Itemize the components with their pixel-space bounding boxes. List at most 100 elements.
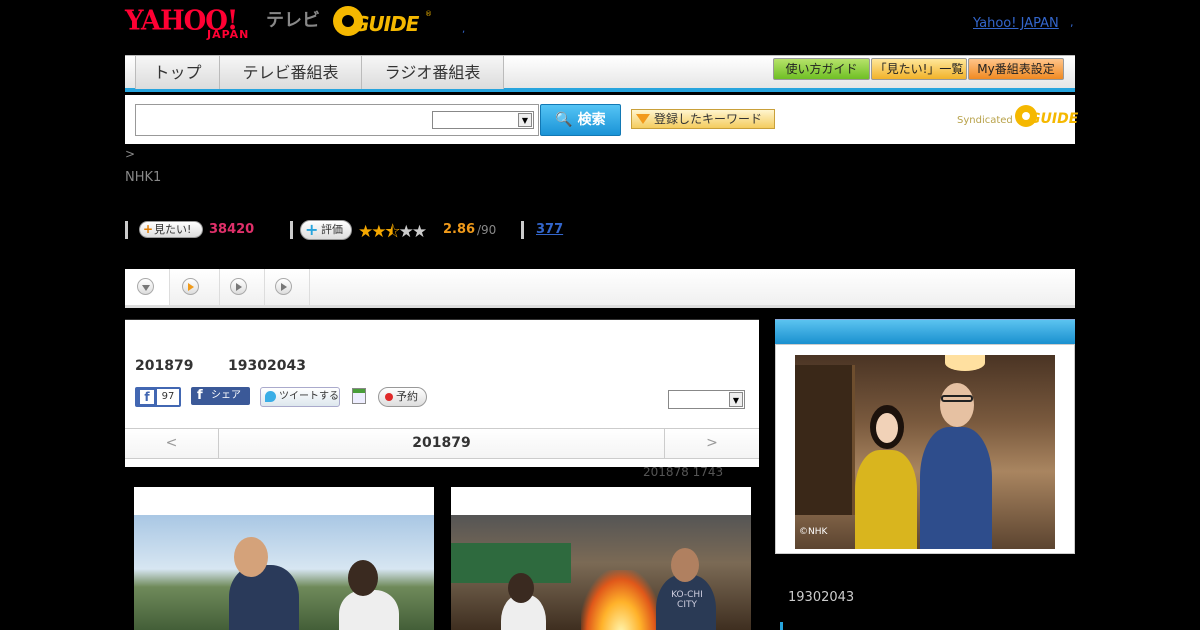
tab-4[interactable] (265, 269, 310, 305)
date-next-button[interactable]: > (664, 429, 759, 458)
thumbnail-image: KO-CHI CITY (451, 515, 751, 630)
header-link-separator: , (1070, 16, 1074, 29)
program-stats: + 見たい! 38420 + 評価 ★★⯪★★ 2.86 /90 377 (125, 220, 625, 242)
facebook-like-button[interactable]: f 97 (135, 387, 181, 407)
image-person-body (920, 427, 992, 549)
global-nav: トップ テレビ番組表 ラジオ番組表 使い方ガイド 「見たい!」一覧 My番組表設… (125, 55, 1075, 92)
image-shelf (795, 365, 855, 515)
tab-overview[interactable] (125, 269, 170, 305)
mitai-list-button[interactable]: 「見たい!」一覧 (871, 58, 967, 80)
logo-japan-text: JAPAN (207, 28, 250, 41)
nav-tab-top[interactable]: トップ (135, 56, 220, 89)
image-glasses (941, 395, 973, 402)
logo-tv-text[interactable]: テレビ (266, 6, 320, 32)
sidebar-program-box: ©NHK (775, 344, 1075, 554)
facebook-icon: f (140, 390, 154, 404)
star-icon: ★ (358, 222, 373, 242)
stats-divider (521, 221, 524, 239)
program-thumbnail[interactable] (134, 487, 434, 630)
twitter-bird-icon (265, 391, 276, 402)
syndicated-text: Syndicated (957, 115, 1013, 126)
thumb-person-head (671, 548, 699, 582)
registered-keyword-button[interactable]: 登録したキーワード (631, 109, 775, 129)
program-date: 201879 (135, 358, 194, 374)
tweet-button[interactable]: ツイートする (260, 387, 340, 407)
star-icon: ★ (398, 222, 414, 242)
play-icon (182, 278, 199, 295)
program-thumbnail[interactable]: KO-CHI CITY (451, 487, 751, 630)
gguide-logo[interactable]: GUIDE ® (333, 6, 433, 42)
rate-button-label: 評価 (321, 223, 343, 236)
thumbnail-image (134, 515, 434, 630)
search-button[interactable]: 🔍 検索 (540, 104, 621, 136)
mitai-button[interactable]: + 見たい! (139, 221, 203, 238)
tab-3[interactable] (220, 269, 265, 305)
image-person-head (940, 383, 974, 427)
stats-divider (290, 221, 293, 239)
thumb-person-head (508, 573, 534, 603)
header-separator: , (462, 24, 466, 35)
program-panel: 201879 19302043 f 97 f シェア ツイートする 予約 ▼ <… (125, 319, 759, 467)
plus-icon: + (143, 222, 154, 236)
date-current: 201879 (412, 435, 471, 451)
star-half-icon: ⯪ (384, 222, 401, 242)
facebook-like-count: 97 (157, 389, 179, 405)
chevron-down-icon (137, 278, 154, 295)
syndicated-guide-text: GUIDE (1029, 111, 1079, 127)
rebroadcast-info: 201878 1743 (643, 465, 724, 479)
tweet-label: ツイートする (279, 391, 339, 402)
rate-button[interactable]: + 評価 (300, 220, 352, 240)
gguide-registered-mark: ® (425, 10, 432, 18)
sidebar-program-image[interactable]: ©NHK (795, 355, 1055, 549)
date-prev-button[interactable]: < (125, 429, 219, 458)
usage-guide-button[interactable]: 使い方ガイド (773, 58, 870, 80)
nav-tab-tv-schedule[interactable]: テレビ番組表 (220, 56, 362, 89)
thumb-person-head (348, 560, 378, 596)
facebook-share-label: シェア (211, 390, 241, 401)
thumb-shirt-text: KO-CHI CITY (671, 590, 703, 610)
search-area: ▼ 🔍 検索 登録したキーワード Syndicated GUIDE (125, 95, 1078, 144)
date-navigation: < 201879 > (125, 428, 759, 459)
calendar-add-icon[interactable] (352, 388, 366, 404)
program-select[interactable]: ▼ (668, 390, 745, 409)
review-count-link[interactable]: 377 (536, 222, 563, 237)
plus-icon: + (305, 220, 319, 239)
reserve-label: 予約 (396, 390, 418, 403)
record-dot-icon (385, 393, 393, 401)
mitai-count: 38420 (209, 222, 255, 237)
search-icon: 🔍 (555, 112, 573, 128)
image-person-body (855, 450, 917, 549)
sidebar-program-time: 19302043 (788, 590, 855, 605)
star-icon: ★ (411, 222, 427, 242)
thumb-person-body (339, 590, 399, 630)
thumb-person-body (229, 565, 299, 630)
stats-divider (125, 221, 128, 239)
facebook-icon: f (197, 388, 203, 403)
star-icon: ★ (371, 222, 386, 242)
gguide-text: GUIDE (353, 12, 419, 36)
registered-keyword-label: 登録したキーワード (654, 112, 763, 126)
my-schedule-settings-button[interactable]: My番組表設定 (968, 58, 1064, 80)
image-credit: ©NHK (799, 527, 828, 537)
rating-max: /90 (477, 223, 497, 237)
image-lamp (945, 355, 985, 371)
nav-tab-radio-schedule[interactable]: ラジオ番組表 (362, 56, 504, 89)
search-button-label: 検索 (577, 112, 606, 128)
facebook-share-button[interactable]: f シェア (191, 387, 250, 405)
thumb-person-head (234, 537, 268, 577)
play-icon (275, 278, 292, 295)
sidebar-divider (780, 622, 783, 630)
reserve-button[interactable]: 予約 (378, 387, 427, 407)
tab-2[interactable] (170, 269, 220, 305)
yahoo-japan-logo[interactable]: YAHOO! JAPAN (125, 5, 265, 42)
program-tabbar: . (125, 269, 1075, 308)
mitai-button-label: 見たい! (154, 223, 192, 236)
syndicated-gguide-logo: Syndicated GUIDE (957, 105, 1078, 135)
yahoo-japan-link[interactable]: Yahoo! JAPAN (973, 16, 1059, 31)
breadcrumb[interactable]: > (125, 147, 135, 161)
search-category-select[interactable]: ▼ (432, 111, 534, 129)
program-time: 19302043 (228, 358, 306, 374)
image-person-face (876, 413, 898, 443)
play-icon (230, 278, 247, 295)
sidebar-header (775, 319, 1075, 344)
